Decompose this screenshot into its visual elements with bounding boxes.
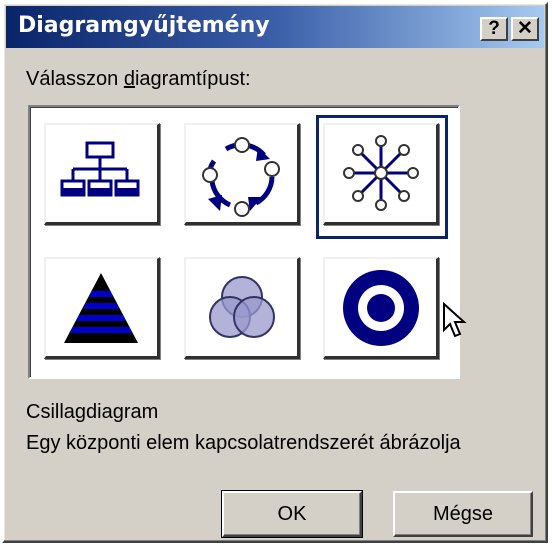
ok-button[interactable]: OK [221,490,363,538]
mouse-pointer-icon [443,302,467,338]
gallery-item-organization-chart[interactable] [44,123,160,225]
prompt-mnemonic: d [123,68,135,90]
cycle-diagram-icon [202,137,280,217]
diagram-type-gallery [28,105,467,379]
diagram-gallery-dialog: Diagramgyűjtemény ? ✕ Válasszon diagramt… [2,2,548,543]
gallery-item-target[interactable] [323,257,439,359]
gallery-item-cycle[interactable] [184,123,300,225]
gallery-item-venn[interactable] [184,257,300,359]
selected-diagram-description: Egy központi elem kapcsolatrendszerét áb… [26,432,461,454]
target-diagram-icon [343,270,419,346]
close-button[interactable]: ✕ [511,17,539,41]
window-title: Diagramgyűjtemény [18,13,270,38]
diagram-type-label: Válasszon diagramtípust: [26,68,251,91]
organization-chart-icon [60,141,140,197]
venn-diagram-icon [209,276,275,338]
close-icon: ✕ [517,18,533,39]
selected-diagram-name: Csillagdiagram [26,401,159,423]
prompt-text-before: Válasszon [26,68,124,90]
prompt-text-after: iagramtípust: [134,68,251,90]
radial-diagram-icon [343,135,419,211]
pyramid-diagram-icon [64,273,138,343]
title-bar[interactable]: Diagramgyűjtemény ? ✕ [6,6,544,48]
gallery-item-pyramid[interactable] [44,257,160,359]
help-icon: ? [488,18,500,39]
gallery-item-radial[interactable] [323,123,439,225]
help-button[interactable]: ? [480,17,508,41]
cancel-button[interactable]: Mégse [393,491,533,537]
